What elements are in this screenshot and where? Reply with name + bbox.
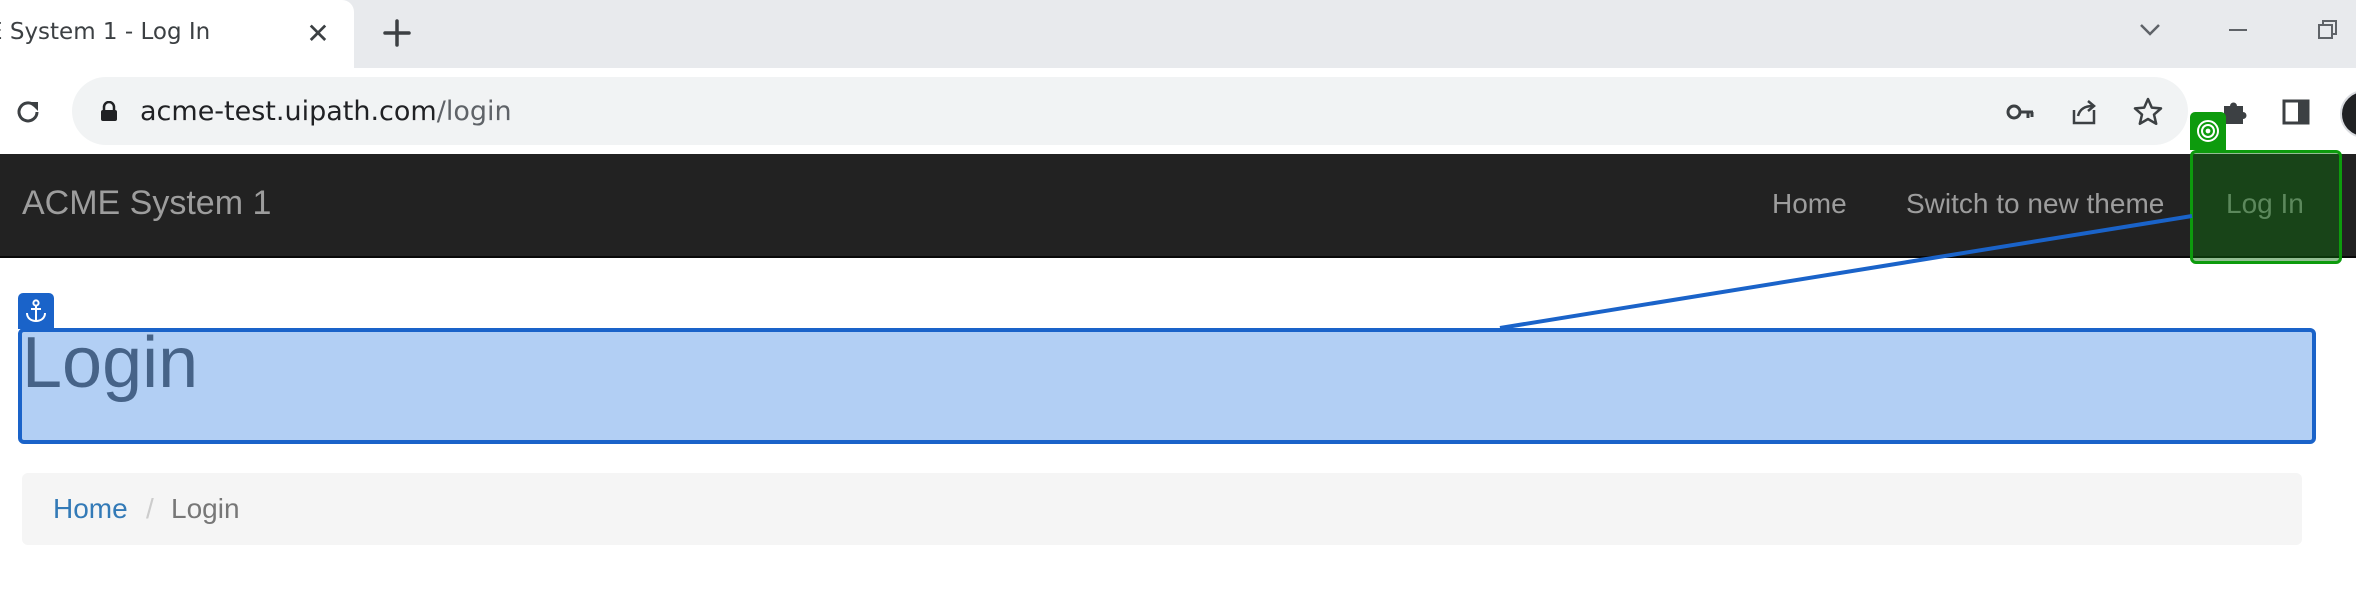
bookmark-button[interactable] bbox=[2130, 94, 2166, 130]
address-bar[interactable]: acme-test.uipath.com/login bbox=[72, 77, 2188, 145]
url-path: /login bbox=[436, 96, 512, 127]
plus-icon bbox=[383, 19, 411, 47]
chevron-down-icon bbox=[2140, 24, 2160, 36]
browser-toolbar: acme-test.uipath.com/login bbox=[0, 68, 2356, 154]
reload-button[interactable] bbox=[8, 92, 48, 132]
minimize-button[interactable] bbox=[2216, 12, 2260, 48]
target-badge bbox=[2190, 112, 2226, 150]
target-highlight bbox=[2190, 150, 2342, 264]
side-panel-icon bbox=[2282, 99, 2310, 125]
tab-close-icon[interactable]: ✕ bbox=[302, 18, 334, 50]
nav-switch-theme-link[interactable]: Switch to new theme bbox=[1906, 188, 2164, 220]
share-icon bbox=[2072, 100, 2096, 125]
restore-icon bbox=[2318, 20, 2337, 39]
url-host: acme-test.uipath.com bbox=[140, 96, 437, 127]
tab-search-button[interactable] bbox=[2128, 12, 2172, 48]
restore-button[interactable] bbox=[2306, 12, 2350, 48]
reload-icon bbox=[17, 101, 39, 123]
share-button[interactable] bbox=[2066, 94, 2102, 130]
site-brand[interactable]: ACME System 1 bbox=[22, 184, 271, 223]
breadcrumb-current: Login bbox=[171, 493, 240, 524]
anchor-icon bbox=[26, 299, 46, 323]
anchor-highlight bbox=[18, 328, 2316, 444]
star-icon bbox=[2133, 97, 2163, 126]
tab-title: E System 1 - Log In bbox=[0, 19, 211, 45]
breadcrumb-home-link[interactable]: Home bbox=[53, 493, 128, 525]
anchor-badge bbox=[18, 293, 54, 329]
tab-strip: E System 1 - Log In ✕ bbox=[0, 0, 2356, 68]
browser-tab[interactable]: E System 1 - Log In ✕ bbox=[0, 0, 354, 68]
nav-home-link[interactable]: Home bbox=[1772, 188, 1847, 220]
breadcrumb: Home / Login bbox=[22, 473, 2302, 545]
password-key-button[interactable] bbox=[2002, 94, 2038, 130]
side-panel-button[interactable] bbox=[2276, 92, 2316, 132]
lock-icon[interactable] bbox=[100, 101, 118, 121]
new-tab-button[interactable] bbox=[378, 14, 416, 52]
breadcrumb-separator: / bbox=[146, 493, 154, 524]
url-text[interactable]: acme-test.uipath.com/login bbox=[140, 96, 512, 127]
minimize-icon bbox=[2229, 29, 2247, 31]
target-icon bbox=[2197, 120, 2219, 142]
profile-avatar[interactable] bbox=[2340, 90, 2356, 138]
key-icon bbox=[2006, 104, 2034, 120]
site-navbar: ACME System 1 Home Switch to new theme L… bbox=[0, 154, 2356, 258]
